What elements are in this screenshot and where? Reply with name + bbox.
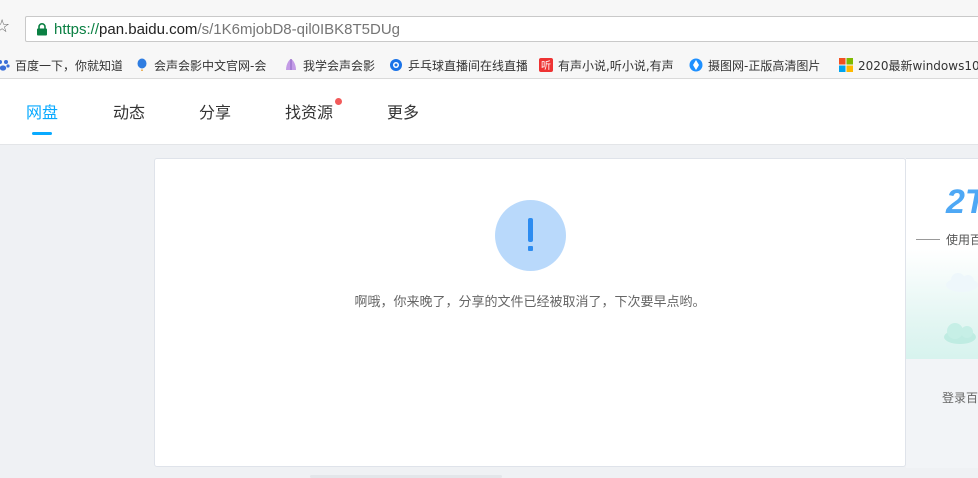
bookmark-star-icon[interactable]: ☆ [0,17,14,37]
bookmark-huishenghuiying[interactable]: 会声会影中文官网-会 [135,56,271,74]
notification-dot [335,98,342,105]
nav-item-zhaoziyuan[interactable]: 找资源 [285,103,333,123]
bookmark-label: 有声小说,听小说,有声 [558,58,674,73]
bookmark-woxue[interactable]: 我学会声会影 [284,56,380,74]
bookmark-pingpong[interactable]: 乒乓球直播间在线直播 [389,56,527,74]
bookmark-windows10[interactable]: 2020最新windows10 [839,56,978,74]
lock-icon [37,23,47,36]
login-text[interactable]: 登录百 [942,389,978,406]
camera-icon [689,58,703,72]
bookmark-shetu[interactable]: 摄图网-正版高清图片 [689,56,827,74]
url-text: https://pan.baidu.com/s/1K6mjobD8-qil0IB… [54,21,400,39]
nav-item-fenxiang[interactable]: 分享 [199,103,231,123]
bookmark-label: 摄图网-正版高清图片 [708,58,821,73]
url-scheme: https:// [54,21,100,38]
windows-icon [839,58,853,72]
bookmark-label: 乒乓球直播间在线直播 [408,58,527,73]
ball-icon [389,58,403,72]
nav-item-gengduo[interactable]: 更多 [387,103,419,123]
url-path: /s/1K6mjobD8-qil0IBK8T5DUg [197,21,401,38]
active-tab-underline [32,132,52,135]
bookmarks-bar: 百度一下，你就知道 会声会影中文官网-会 我学会声会影 乒乓球直播间在线直播 听… [0,52,978,79]
cloud-icon [944,323,976,344]
shell-icon [284,58,298,72]
bookmark-label: 会声会影中文官网-会 [154,58,267,73]
address-bar[interactable]: https://pan.baidu.com/s/1K6mjobD8-qil0IB… [25,16,978,42]
nav-item-dongtai[interactable]: 动态 [113,103,145,123]
bookmark-label: 2020最新windows10 [858,58,978,73]
balloon-icon [135,58,149,72]
side-panel: 2T 使用百 登录百 [906,158,978,468]
baidu-paw-icon [0,58,10,72]
bookmark-tingshu[interactable]: 听 有声小说,听小说,有声 [539,56,675,74]
side-banner: 2T 使用百 [906,159,978,359]
bookmark-baidu[interactable]: 百度一下，你就知道 [0,56,122,74]
ting-icon: 听 [539,58,553,72]
divider-line [916,239,940,240]
site-nav: 网盘 动态 分享 找资源 更多 [0,79,978,145]
browser-toolbar: ☆ https://pan.baidu.com/s/1K6mjobD8-qil0… [0,0,978,52]
expired-message: 啊哦，你来晚了，分享的文件已经被取消了，下次要早点哟。 [354,295,706,310]
bookmark-label: 百度一下，你就知道 [15,58,122,73]
bookmark-label: 我学会声会影 [303,58,376,73]
nav-item-wangpan[interactable]: 网盘 [26,103,58,123]
exclamation-circle-icon [495,200,566,271]
cloud-icon [946,273,978,292]
storage-number: 2T [946,183,978,221]
svg-text:听: 听 [541,60,551,72]
use-text: 使用百 [946,233,978,247]
share-expired-card: 啊哦，你来晚了，分享的文件已经被取消了，下次要早点哟。 [154,158,906,467]
url-host: pan.baidu.com [99,21,198,38]
